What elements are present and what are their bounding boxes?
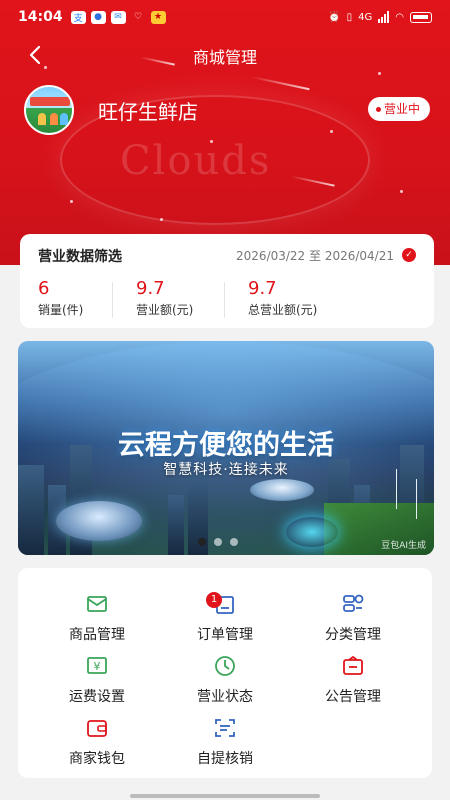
stats-title: 营业数据筛选 xyxy=(38,249,122,265)
category-icon xyxy=(343,594,364,612)
avatar-banner xyxy=(30,97,70,106)
menu-label: 公告管理 xyxy=(325,689,381,705)
promo-banner-carousel[interactable]: 云程方便您的生活 智慧科技·连接未来 豆包AI生成 xyxy=(18,341,434,555)
clock-icon xyxy=(215,656,235,676)
avatar-figure xyxy=(38,113,46,125)
yuan-fee-icon: ¥ xyxy=(87,657,107,674)
divider xyxy=(112,282,113,318)
network-label: 4G xyxy=(358,11,373,23)
alarm-icon: ⏰ xyxy=(328,11,341,23)
wallet-icon xyxy=(87,720,107,737)
stadium-illustration xyxy=(56,501,142,541)
avatar-figure xyxy=(50,113,58,125)
scan-icon xyxy=(215,719,235,737)
stat-sales: 6 销量(件) xyxy=(38,278,83,322)
signal-icon xyxy=(378,11,390,23)
banner-subtitle: 智慧科技·连接未来 xyxy=(163,462,289,478)
vibrate-icon: ▯ xyxy=(346,11,353,23)
menu-item-notice-management[interactable]: 公告管理 xyxy=(284,644,422,706)
sparkle xyxy=(70,200,73,203)
menu-item-category-management[interactable]: 分类管理 xyxy=(284,582,422,644)
game-icon: ★ xyxy=(150,10,166,24)
carousel-dot[interactable] xyxy=(214,538,222,546)
menu-item-business-status[interactable]: 营业状态 xyxy=(156,644,294,706)
date-range-filter[interactable]: 2026/03/22 至 2026/04/21 xyxy=(236,247,394,264)
stat-label: 总营业额(元) xyxy=(248,303,318,317)
avatar-figure xyxy=(60,113,68,125)
wind-turbine xyxy=(416,479,417,519)
store-header: 旺仔生鲜店 营业中 xyxy=(24,84,434,136)
menu-item-merchant-wallet[interactable]: 商家钱包 xyxy=(28,706,166,768)
stat-value: 9.7 xyxy=(136,278,165,299)
status-bar: 14:04 支 ● ✉ ♡ ★ ⏰ ▯ 4G ◠ xyxy=(0,0,450,34)
menu-item-shipping-settings[interactable]: ¥ 运费设置 xyxy=(28,644,166,706)
order-count-badge: 1 xyxy=(206,592,222,608)
divider xyxy=(224,282,225,318)
function-menu-card: 商品管理 订单管理 分类管理 ¥ 运费设置 营业状态 公告管理 商家钱包 自提核… xyxy=(18,568,432,778)
sparkle xyxy=(210,140,213,143)
banner-title: 云程方便您的生活 xyxy=(118,430,334,461)
status-indicators: ⏰ ▯ 4G ◠ xyxy=(328,11,432,23)
page-title: 商城管理 xyxy=(192,48,257,67)
stat-label: 销量(件) xyxy=(38,303,84,317)
building xyxy=(168,495,184,555)
stats-row: 6 销量(件) 9.7 营业额(元) 9.7 总营业额(元) xyxy=(20,278,434,322)
battery-icon xyxy=(410,11,432,23)
carousel-indicator xyxy=(198,538,238,546)
menu-item-order-management[interactable]: 订单管理 xyxy=(156,582,294,644)
menu-label: 商家钱包 xyxy=(69,751,125,767)
store-status-badge[interactable]: 营业中 xyxy=(367,97,430,121)
menu-label: 分类管理 xyxy=(325,627,381,643)
product-box-icon xyxy=(87,596,107,612)
hologram-illustration xyxy=(286,517,338,547)
stadium-illustration xyxy=(250,479,314,501)
store-name: 旺仔生鲜店 xyxy=(98,99,198,124)
wifi-icon: ◠ xyxy=(395,11,404,23)
stat-total-revenue: 9.7 总营业额(元) xyxy=(248,278,317,322)
navigation-bar: 商城管理 xyxy=(0,36,450,72)
menu-label: 自提核销 xyxy=(197,751,253,767)
business-stats-card: 营业数据筛选 2026/03/22 至 2026/04/21 ✓ 6 销量(件)… xyxy=(20,234,434,328)
sparkle xyxy=(400,190,403,193)
check-circle-icon[interactable]: ✓ xyxy=(402,248,416,262)
taobao-icon: ♡ xyxy=(134,12,143,22)
stat-revenue: 9.7 营业额(元) xyxy=(136,278,193,322)
clouds-watermark: Clouds xyxy=(120,138,272,184)
stat-value: 6 xyxy=(38,278,50,299)
mail-icon: ✉ xyxy=(110,10,126,24)
status-time: 14:04 xyxy=(18,9,63,25)
menu-label: 运费设置 xyxy=(69,689,125,705)
menu-label: 商品管理 xyxy=(69,627,125,643)
stat-value: 9.7 xyxy=(248,278,277,299)
store-avatar[interactable] xyxy=(24,85,74,135)
carousel-dot[interactable] xyxy=(230,538,238,546)
home-indicator[interactable] xyxy=(130,794,320,798)
notice-icon xyxy=(343,655,363,675)
sparkle xyxy=(378,72,381,75)
baidu-icon: ● xyxy=(90,10,106,24)
menu-item-pickup-verification[interactable]: 自提核销 xyxy=(156,706,294,768)
menu-item-product-management[interactable]: 商品管理 xyxy=(28,582,166,644)
sparkle xyxy=(160,218,163,221)
menu-label: 订单管理 xyxy=(197,627,253,643)
alipay-icon: 支 xyxy=(70,10,86,24)
svg-text:¥: ¥ xyxy=(94,660,101,673)
carousel-dot[interactable] xyxy=(198,538,206,546)
menu-label: 营业状态 xyxy=(197,689,253,705)
ai-generated-tag: 豆包AI生成 xyxy=(381,541,426,551)
stat-label: 营业额(元) xyxy=(136,303,194,317)
